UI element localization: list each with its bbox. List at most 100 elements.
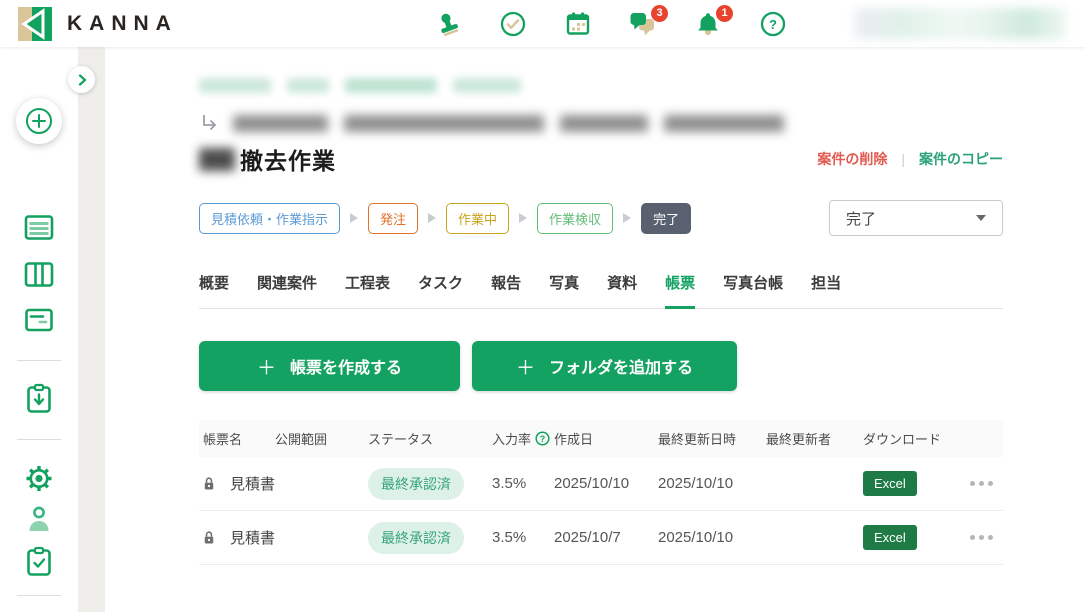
chevron-right-icon (76, 74, 88, 86)
step-estimate-request[interactable]: 見積依頼・作業指示 (199, 203, 340, 234)
sidebar-item-download[interactable] (26, 383, 53, 414)
check-circle-icon[interactable] (495, 6, 531, 42)
create-form-button[interactable]: ＋ 帳票を作成する (199, 341, 460, 391)
header-input-rate: 入力率 ? (492, 429, 554, 448)
step-arrow-icon (623, 213, 631, 223)
clipboard-download-icon (26, 383, 53, 414)
step-in-progress[interactable]: 作業中 (446, 203, 509, 234)
gear-icon (24, 463, 55, 494)
header-icon-group: 3 1 ? (430, 0, 791, 47)
chat-icon[interactable]: 3 (625, 6, 661, 42)
person-icon (25, 505, 54, 534)
sidebar-item-report[interactable] (24, 307, 54, 333)
step-order[interactable]: 発注 (368, 203, 418, 234)
sidebar-divider (17, 595, 61, 596)
excel-download-button[interactable]: Excel (863, 471, 917, 496)
app-header: KANNA (0, 0, 1086, 47)
sidebar-item-profile[interactable] (25, 505, 54, 534)
create-form-label: 帳票を作成する (290, 354, 402, 378)
input-rate-value: 3.5% (492, 475, 554, 492)
step-arrow-icon (519, 213, 527, 223)
parent-case-row[interactable] (199, 112, 1003, 134)
copy-case-link[interactable]: 案件のコピー (919, 149, 1003, 169)
excel-download-button[interactable]: Excel (863, 525, 917, 550)
input-rate-value: 3.5% (492, 529, 554, 546)
sidebar-item-list[interactable] (24, 214, 54, 241)
stamp-approval-icon[interactable] (430, 6, 466, 42)
tab-related-cases[interactable]: 関連案件 (257, 272, 317, 309)
bell-icon[interactable]: 1 (690, 6, 726, 42)
sidebar-divider (17, 360, 61, 361)
child-arrow-icon (199, 112, 221, 134)
bell-badge: 1 (716, 5, 733, 22)
breadcrumb-blurred-item (199, 78, 271, 93)
tab-photos[interactable]: 写真 (549, 272, 579, 309)
plus-circle-icon (25, 107, 53, 135)
status-badge: 最終承認済 (368, 522, 464, 554)
status-stepper: 見積依頼・作業指示 発注 作業中 作業検収 完了 完了 (199, 200, 1003, 236)
sidebar-gap (78, 47, 105, 612)
step-arrow-icon (350, 213, 358, 223)
table-row[interactable]: 見積書 最終承認済 3.5% 2025/10/7 2025/10/10 Exce… (199, 511, 1003, 565)
header-form-name: 帳票名 (199, 429, 275, 448)
tab-schedule[interactable]: 工程表 (345, 272, 390, 309)
columns-board-icon (24, 261, 54, 288)
chat-badge: 3 (651, 5, 668, 22)
delete-case-link[interactable]: 案件の削除 (817, 149, 887, 169)
add-folder-button[interactable]: ＋ フォルダを追加する (472, 341, 737, 391)
tab-overview[interactable]: 概要 (199, 272, 229, 309)
header-status: ステータス (368, 429, 492, 448)
help-tooltip-icon[interactable]: ? (535, 431, 550, 446)
header-visibility: 公開範囲 (275, 429, 368, 448)
form-name[interactable]: 見積書 (230, 527, 275, 548)
case-actions: 案件の削除 | 案件のコピー (817, 149, 1003, 169)
table-row[interactable]: 見積書 最終承認済 3.5% 2025/10/10 2025/10/10 Exc… (199, 457, 1003, 511)
tab-forms-active[interactable]: 帳票 (665, 272, 695, 309)
breadcrumb-blurred-item (453, 78, 521, 93)
sidebar-expand-button[interactable] (68, 66, 95, 93)
parent-case-name-blurred (233, 115, 784, 132)
page-title: 撤去作業 (240, 142, 336, 176)
add-folder-label: フォルダを追加する (549, 354, 693, 378)
status-dropdown-value: 完了 (846, 208, 876, 229)
case-tabs: 概要 関連案件 工程表 タスク 報告 写真 資料 帳票 写真台帳 担当 (199, 272, 1003, 309)
calendar-icon[interactable] (560, 6, 596, 42)
header-input-rate-label: 入力率 (492, 429, 531, 448)
updated-date: 2025/10/10 (658, 529, 766, 546)
lock-icon (203, 528, 215, 547)
kanna-logo[interactable]: KANNA (0, 7, 178, 41)
stamp-icon (434, 10, 462, 38)
step-arrow-icon (428, 213, 436, 223)
sidebar-item-tasks[interactable] (26, 546, 53, 577)
created-date: 2025/10/7 (554, 529, 658, 546)
breadcrumb[interactable] (199, 72, 1003, 99)
user-account-area[interactable] (855, 8, 1066, 39)
tab-reports[interactable]: 報告 (491, 272, 521, 309)
breadcrumb-blurred-item (345, 78, 437, 93)
tab-assignee[interactable]: 担当 (811, 272, 841, 309)
tab-tasks[interactable]: タスク (418, 272, 463, 309)
tab-photo-ledger[interactable]: 写真台帳 (723, 272, 783, 309)
form-name[interactable]: 見積書 (230, 473, 275, 494)
title-row: 撤去作業 案件の削除 | 案件のコピー (199, 142, 1003, 176)
sidebar-item-board[interactable] (24, 261, 54, 288)
create-new-button[interactable] (16, 98, 62, 144)
tab-documents[interactable]: 資料 (607, 272, 637, 309)
sidebar-item-settings[interactable] (24, 463, 55, 494)
plus-icon: ＋ (257, 353, 276, 380)
header-updated: 最終更新日時 (658, 429, 766, 448)
row-menu-icon[interactable] (968, 529, 995, 546)
help-icon[interactable]: ? (755, 6, 791, 42)
step-complete[interactable]: 完了 (641, 203, 691, 234)
step-inspection[interactable]: 作業検収 (537, 203, 613, 234)
row-menu-icon[interactable] (968, 475, 995, 492)
check-icon (499, 10, 527, 38)
sidebar-divider (17, 439, 61, 440)
title-prefix-blurred (199, 148, 235, 171)
status-dropdown[interactable]: 完了 (829, 200, 1003, 236)
header-updated-by: 最終更新者 (766, 429, 863, 448)
svg-text:?: ? (769, 17, 777, 32)
header-created: 作成日 (554, 429, 658, 448)
kanna-logo-text: KANNA (67, 12, 178, 36)
caret-down-icon (976, 215, 986, 221)
